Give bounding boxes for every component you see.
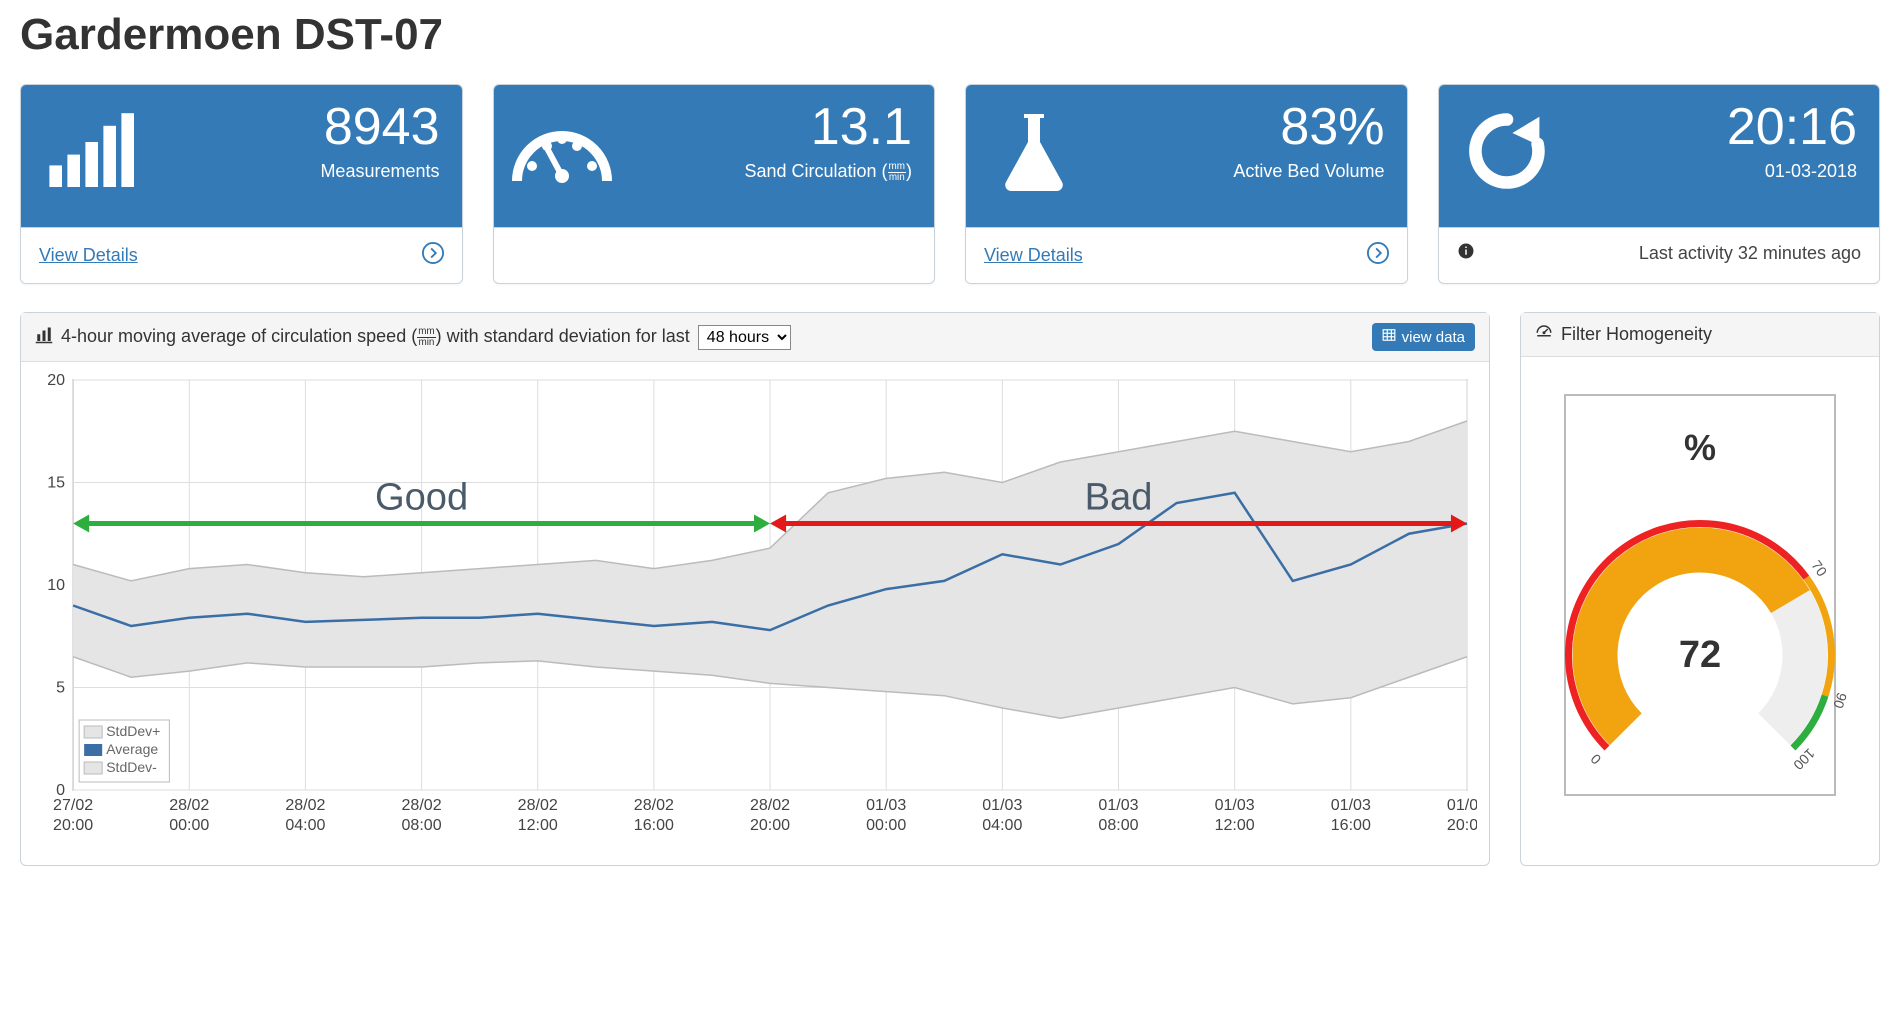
circulation-chart: 0510152027/0220:0028/0200:0028/0204:0028… bbox=[33, 370, 1477, 850]
gauge-panel: Filter Homogeneity %7207090100 bbox=[1520, 312, 1880, 866]
svg-text:15: 15 bbox=[47, 474, 65, 492]
svg-text:01/03: 01/03 bbox=[1447, 796, 1477, 814]
bar-chart-icon bbox=[39, 101, 139, 201]
stat-cards-row: 8943 Measurements View Details bbox=[20, 84, 1880, 284]
svg-text:28/02: 28/02 bbox=[518, 796, 558, 814]
arrow-right-circle-icon bbox=[422, 242, 444, 269]
last-activity-footer: Last activity 32 minutes ago bbox=[1439, 227, 1880, 279]
svg-text:27/02: 27/02 bbox=[53, 796, 93, 814]
gauge-icon bbox=[512, 101, 612, 201]
svg-text:20:00: 20:00 bbox=[1447, 816, 1477, 834]
svg-text:28/02: 28/02 bbox=[402, 796, 442, 814]
svg-text:12:00: 12:00 bbox=[518, 816, 558, 834]
flask-icon bbox=[984, 101, 1084, 201]
svg-text:01/03: 01/03 bbox=[1331, 796, 1371, 814]
svg-text:16:00: 16:00 bbox=[1331, 816, 1371, 834]
svg-text:20:00: 20:00 bbox=[53, 816, 93, 834]
svg-text:00:00: 00:00 bbox=[169, 816, 209, 834]
view-data-button[interactable]: view data bbox=[1372, 323, 1475, 351]
measurements-label: Measurements bbox=[320, 161, 439, 182]
svg-text:StdDev-: StdDev- bbox=[106, 759, 157, 775]
card-bed-volume: 83% Active Bed Volume View Details bbox=[965, 84, 1408, 284]
svg-text:28/02: 28/02 bbox=[169, 796, 209, 814]
svg-text:12:00: 12:00 bbox=[1215, 816, 1255, 834]
svg-text:08:00: 08:00 bbox=[1098, 816, 1138, 834]
page-title: Gardermoen DST-07 bbox=[20, 10, 1880, 60]
chart-panel: 4-hour moving average of circulation spe… bbox=[20, 312, 1490, 866]
last-activity-text: Last activity 32 minutes ago bbox=[1483, 243, 1862, 264]
svg-text:01/03: 01/03 bbox=[1215, 796, 1255, 814]
circulation-value: 13.1 bbox=[811, 101, 912, 153]
svg-text:00:00: 00:00 bbox=[866, 816, 906, 834]
circulation-label: Sand Circulation (mmmin) bbox=[744, 161, 912, 183]
svg-text:28/02: 28/02 bbox=[634, 796, 674, 814]
svg-text:20:00: 20:00 bbox=[750, 816, 790, 834]
arrow-right-circle-icon bbox=[1367, 242, 1389, 269]
svg-text:04:00: 04:00 bbox=[982, 816, 1022, 834]
measurements-value: 8943 bbox=[324, 101, 440, 153]
time-date: 01-03-2018 bbox=[1765, 161, 1857, 182]
chart-title: 4-hour moving average of circulation spe… bbox=[61, 326, 690, 348]
card-time: 20:16 01-03-2018 Last activity 32 minute… bbox=[1438, 84, 1881, 284]
svg-text:28/02: 28/02 bbox=[750, 796, 790, 814]
svg-text:5: 5 bbox=[56, 679, 65, 697]
gauge-title: Filter Homogeneity bbox=[1561, 324, 1712, 345]
measurements-view-details-link[interactable]: View Details bbox=[21, 227, 462, 283]
svg-text:28/02: 28/02 bbox=[285, 796, 325, 814]
homogeneity-gauge: %7207090100 bbox=[1545, 375, 1855, 815]
info-icon bbox=[1457, 244, 1475, 264]
svg-text:16:00: 16:00 bbox=[634, 816, 674, 834]
bedvolume-value: 83% bbox=[1280, 101, 1384, 153]
svg-text:10: 10 bbox=[47, 576, 65, 594]
card-sand-circulation: 13.1 Sand Circulation (mmmin) bbox=[493, 84, 936, 284]
svg-text:Average: Average bbox=[106, 741, 158, 757]
svg-text:72: 72 bbox=[1679, 634, 1721, 676]
bedvolume-view-details-link[interactable]: View Details bbox=[966, 227, 1407, 283]
time-value: 20:16 bbox=[1727, 101, 1857, 153]
refresh-icon bbox=[1457, 101, 1557, 201]
svg-text:StdDev+: StdDev+ bbox=[106, 723, 160, 739]
circulation-footer-blank bbox=[494, 227, 935, 279]
svg-text:01/03: 01/03 bbox=[982, 796, 1022, 814]
svg-text:%: % bbox=[1684, 427, 1716, 468]
svg-text:20: 20 bbox=[47, 371, 65, 389]
svg-text:Bad: Bad bbox=[1085, 477, 1153, 519]
bedvolume-label: Active Bed Volume bbox=[1233, 161, 1384, 182]
svg-text:Good: Good bbox=[375, 477, 468, 519]
svg-text:04:00: 04:00 bbox=[285, 816, 325, 834]
card-measurements: 8943 Measurements View Details bbox=[20, 84, 463, 284]
time-range-select[interactable]: 48 hours bbox=[698, 325, 791, 350]
svg-text:01/03: 01/03 bbox=[1098, 796, 1138, 814]
dashboard-icon bbox=[1535, 323, 1553, 346]
svg-text:01/03: 01/03 bbox=[866, 796, 906, 814]
bar-chart-small-icon bbox=[35, 326, 53, 349]
svg-text:08:00: 08:00 bbox=[402, 816, 442, 834]
table-icon bbox=[1382, 328, 1396, 346]
